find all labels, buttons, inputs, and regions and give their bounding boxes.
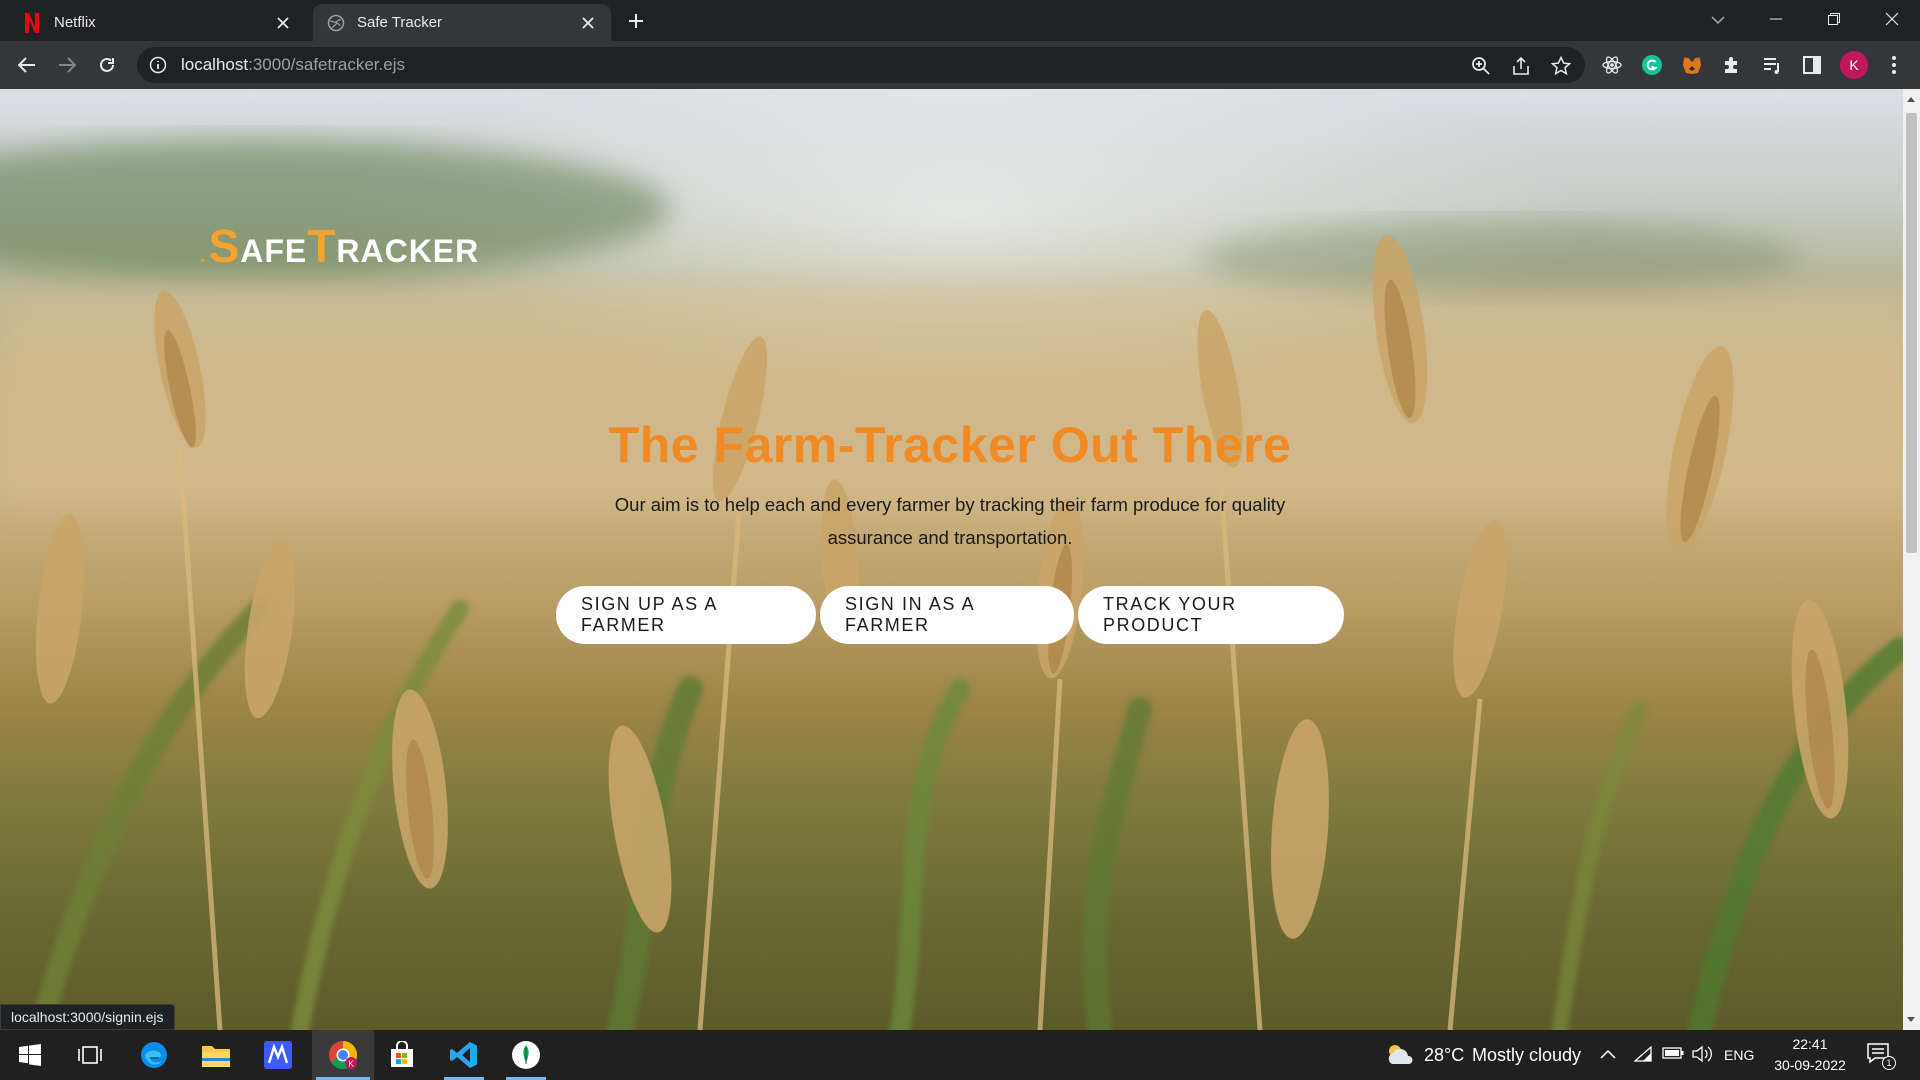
windows-taskbar: K 28°C Mostly cloudy ENG 22:41 30-09-202… <box>0 1030 1920 1080</box>
logo-dot: . <box>200 245 207 267</box>
menu-kebab-icon[interactable] <box>1882 53 1906 77</box>
weather-desc[interactable]: Mostly cloudy <box>1472 1045 1581 1066</box>
url-text[interactable]: localhost:3000/safetracker.ejs <box>181 55 405 75</box>
task-view-icon <box>78 1046 102 1064</box>
share-icon[interactable] <box>1510 55 1532 77</box>
link-status-bubble: localhost:3000/signin.ejs <box>0 1004 175 1030</box>
clock[interactable]: 22:41 30-09-2022 <box>1760 1034 1860 1076</box>
start-button[interactable] <box>2 1030 58 1080</box>
sign-in-farmer-button[interactable]: SIGN IN AS A FARMER <box>820 586 1074 644</box>
back-button[interactable] <box>10 48 44 82</box>
minimize-button[interactable] <box>1748 0 1804 38</box>
task-view-button[interactable] <box>62 1030 118 1080</box>
profile-avatar[interactable]: K <box>1840 51 1868 79</box>
extensions-puzzle-icon[interactable] <box>1720 53 1744 77</box>
app-m-icon <box>264 1041 292 1069</box>
page-scrollbar[interactable] <box>1903 89 1920 1030</box>
restore-icon <box>1828 13 1840 25</box>
tab-title: Safe Tracker <box>357 14 443 31</box>
tab-netflix[interactable]: Netflix <box>8 4 306 41</box>
hero-subtitle: Our aim is to help each and every farmer… <box>614 494 1286 548</box>
hero-section: The Farm-Tracker Out There Our aim is to… <box>480 416 1420 554</box>
svg-text:K: K <box>348 1060 354 1069</box>
taskbar-chrome[interactable]: K <box>312 1030 374 1080</box>
edge-icon <box>141 1042 167 1068</box>
speaker-icon[interactable] <box>1692 1045 1714 1068</box>
tab-title: Netflix <box>54 14 96 31</box>
taskbar-vscode[interactable] <box>436 1030 492 1080</box>
taskbar-app-m[interactable] <box>250 1030 306 1080</box>
notifications-button[interactable]: 1 <box>1866 1042 1906 1070</box>
scroll-up-arrow[interactable] <box>1907 97 1915 102</box>
tab-safe-tracker[interactable]: Safe Tracker <box>313 4 611 41</box>
plus-icon <box>629 14 643 28</box>
taskbar-edge[interactable] <box>126 1030 182 1080</box>
forward-button[interactable] <box>50 48 84 82</box>
clock-time: 22:41 <box>1792 1036 1828 1052</box>
side-panel-icon[interactable] <box>1800 53 1824 77</box>
netflix-icon <box>22 12 42 33</box>
hero-title: The Farm-Tracker Out There <box>608 417 1292 473</box>
logo-word-afe: AFE <box>240 233 308 269</box>
bookmark-star-icon[interactable] <box>1550 55 1572 77</box>
language-indicator[interactable]: ENG <box>1724 1047 1754 1063</box>
close-icon[interactable] <box>579 14 597 32</box>
logo-letter-t: T <box>307 220 337 272</box>
reload-icon <box>100 57 114 72</box>
arrow-right-icon <box>59 57 76 73</box>
restore-button[interactable] <box>1806 0 1862 38</box>
chrome-icon: K <box>329 1041 357 1069</box>
notification-count-badge: 1 <box>1882 1056 1896 1070</box>
close-window-button[interactable] <box>1864 0 1920 38</box>
url-path: :3000/safetracker.ejs <box>248 55 405 74</box>
minimize-icon <box>1770 18 1782 20</box>
cta-button-row: SIGN UP AS A FARMER SIGN IN AS A FARMER … <box>556 586 1344 644</box>
wifi-icon[interactable] <box>1633 1045 1652 1067</box>
battery-icon[interactable] <box>1662 1046 1684 1065</box>
taskbar-file-explorer[interactable] <box>188 1030 244 1080</box>
clock-date: 30-09-2022 <box>1774 1057 1846 1073</box>
browser-toolbar: localhost:3000/safetracker.ejs K <box>0 41 1920 89</box>
zoom-icon[interactable] <box>1470 55 1492 77</box>
new-tab-button[interactable] <box>622 7 650 35</box>
weather-temp[interactable]: 28°C <box>1424 1045 1464 1066</box>
site-logo[interactable]: . S AFE T RACKER <box>200 219 479 273</box>
logo-letter-s: S <box>208 220 241 272</box>
store-icon <box>391 1041 413 1067</box>
info-icon[interactable] <box>149 56 167 74</box>
taskbar-ms-store[interactable] <box>374 1030 430 1080</box>
close-icon <box>1885 12 1899 26</box>
mongodb-compass-icon <box>512 1041 540 1069</box>
weather-cloud-sun-icon[interactable] <box>1384 1042 1414 1068</box>
scroll-thumb[interactable] <box>1906 113 1917 553</box>
chevron-down-icon <box>1711 15 1725 24</box>
reload-button[interactable] <box>90 48 124 82</box>
metamask-icon[interactable] <box>1680 53 1704 77</box>
url-host: localhost <box>181 55 249 74</box>
chevron-up-icon[interactable] <box>1600 1046 1616 1064</box>
scroll-down-arrow[interactable] <box>1907 1017 1915 1022</box>
arrow-left-icon <box>18 57 35 73</box>
logo-word-racker: RACKER <box>336 233 480 269</box>
page-viewport: . S AFE T RACKER <box>0 89 1920 1030</box>
vscode-icon <box>450 1042 477 1068</box>
folder-icon <box>202 1046 230 1067</box>
sign-up-farmer-button[interactable]: SIGN UP AS A FARMER <box>556 586 816 644</box>
media-queue-icon[interactable] <box>1760 53 1784 77</box>
react-devtools-icon[interactable] <box>1600 53 1624 77</box>
tab-search-button[interactable] <box>1704 8 1732 32</box>
grammarly-icon[interactable] <box>1640 53 1664 77</box>
taskbar-mongodb-compass[interactable] <box>498 1030 554 1080</box>
track-product-button[interactable]: TRACK YOUR PRODUCT <box>1078 586 1344 644</box>
tab-strip: Netflix Safe Tracker <box>0 0 1920 41</box>
windows-logo-icon <box>19 1044 41 1066</box>
address-bar[interactable]: localhost:3000/safetracker.ejs <box>137 47 1585 83</box>
close-icon[interactable] <box>274 14 292 32</box>
globe-icon <box>327 14 345 31</box>
